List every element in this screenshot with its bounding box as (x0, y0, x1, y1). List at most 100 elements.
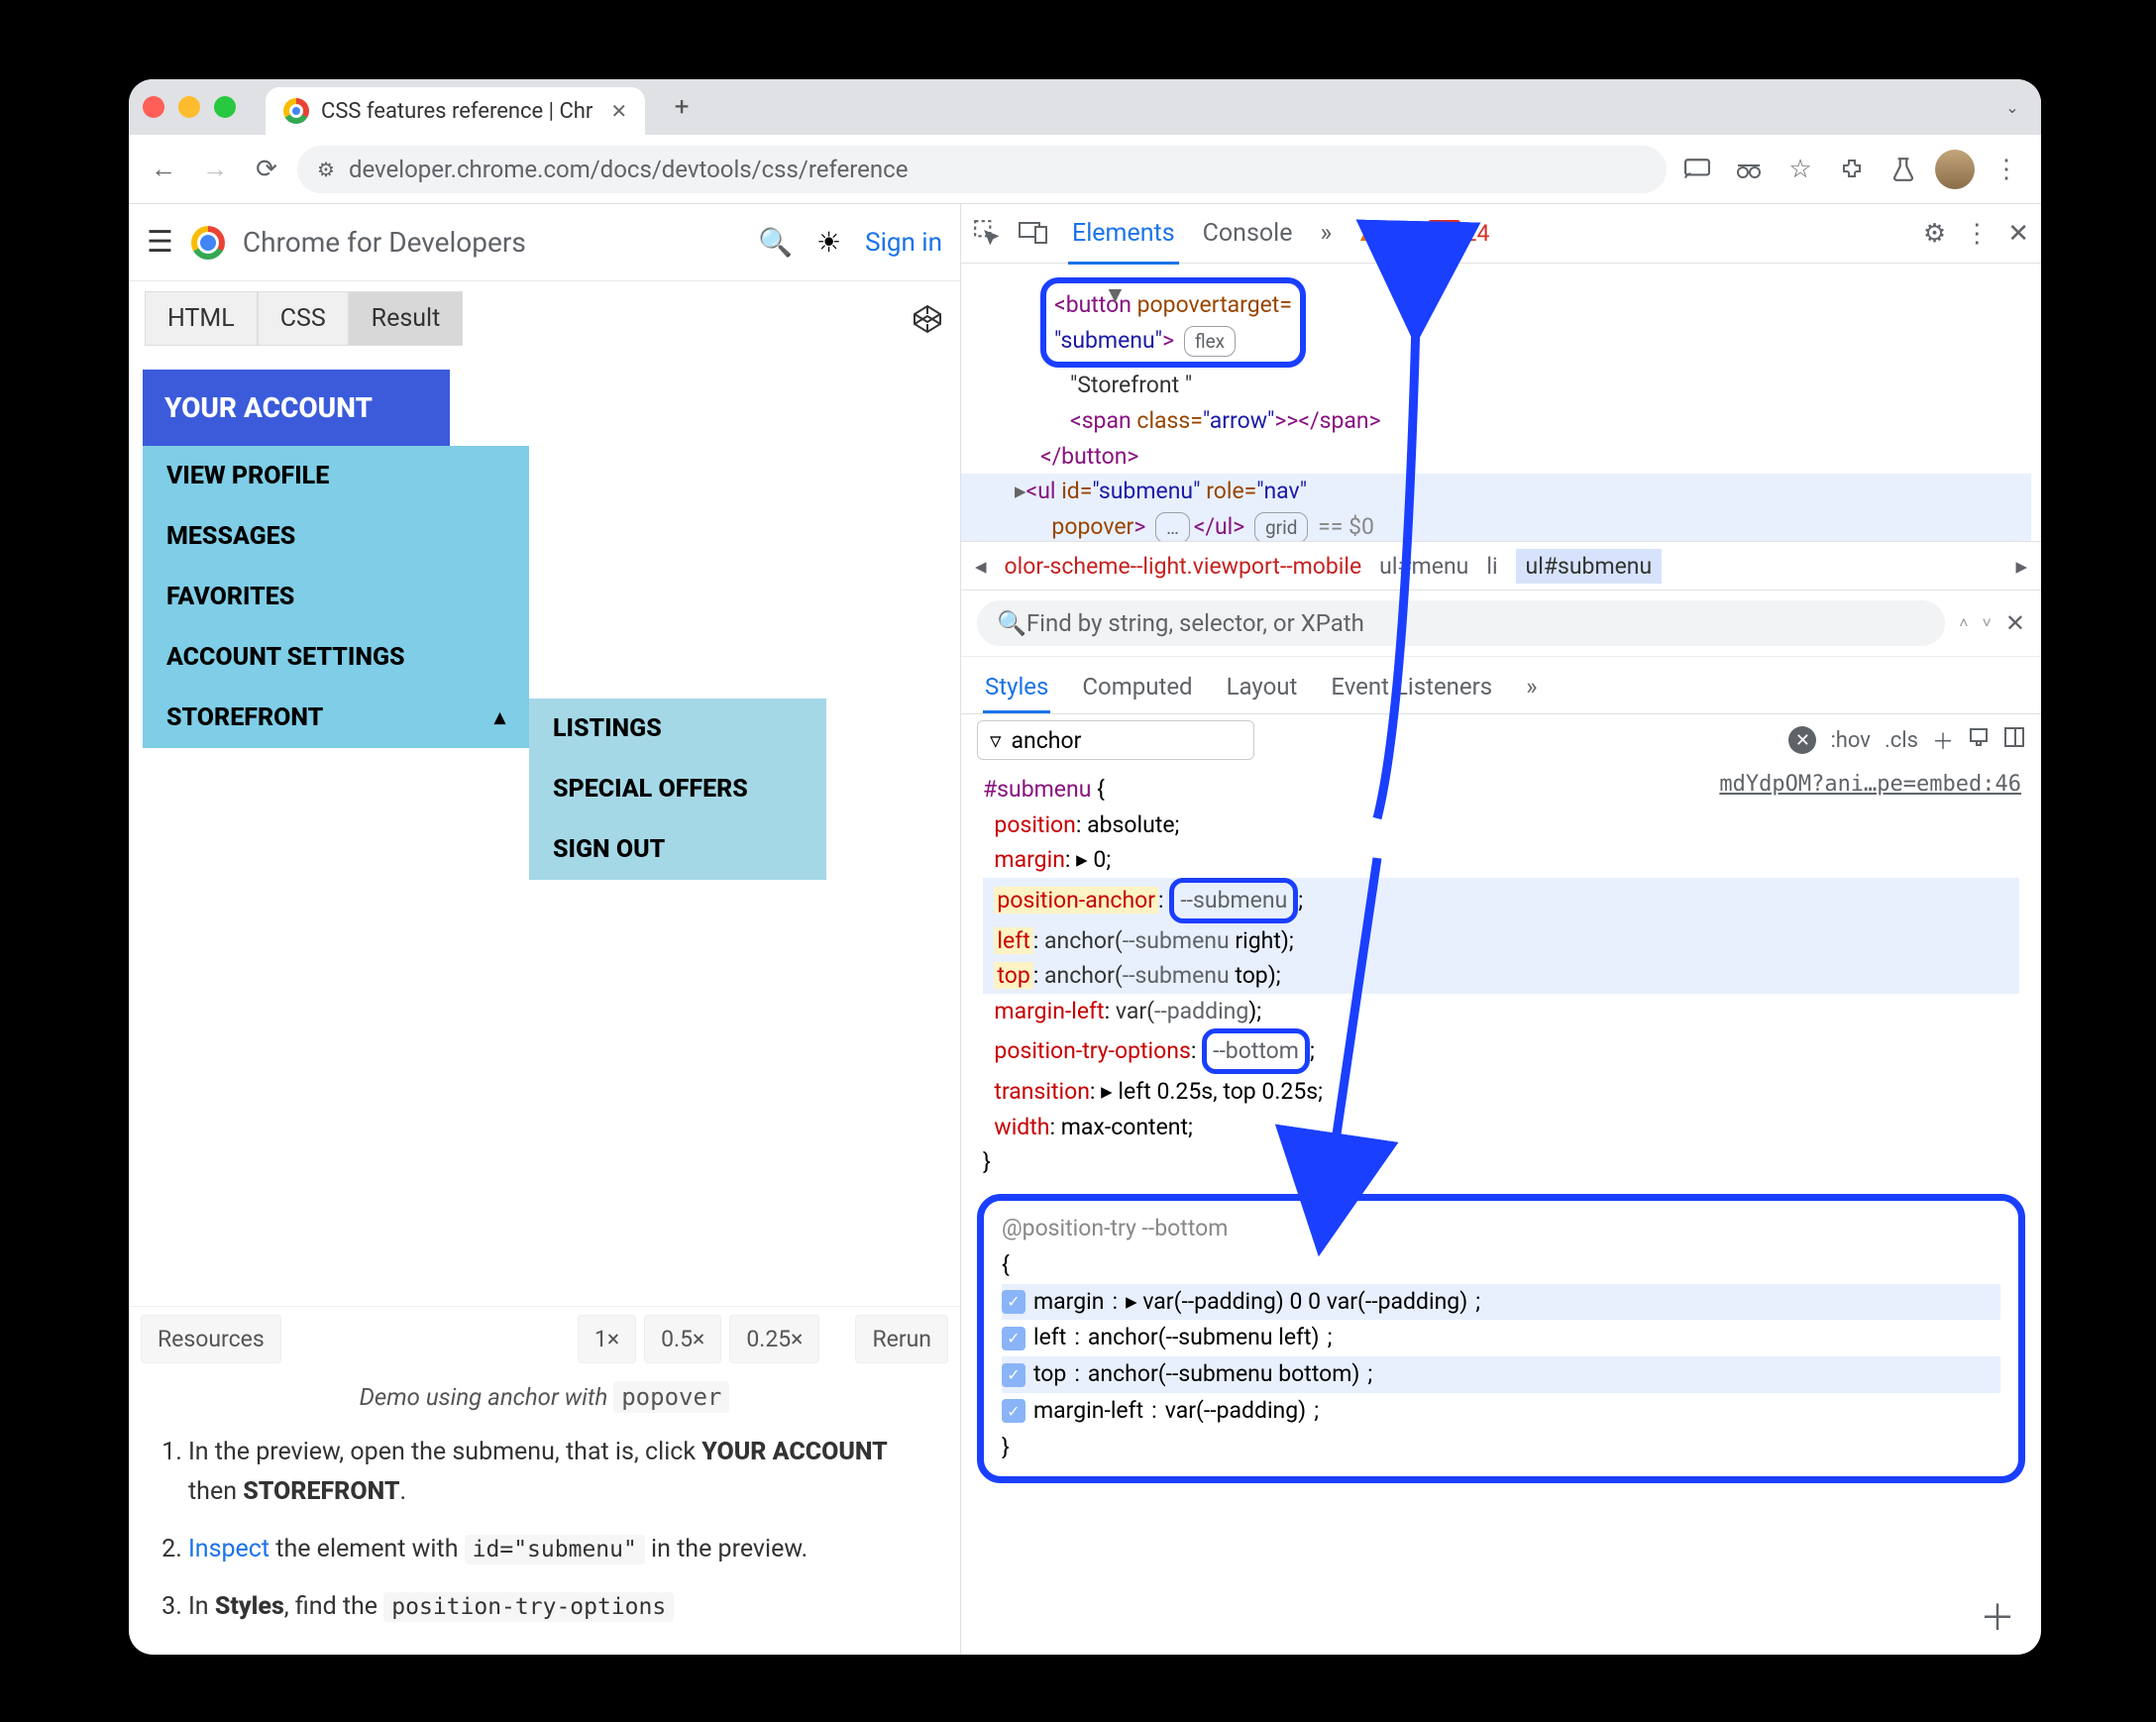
css-declaration[interactable]: position: absolute; (983, 807, 2019, 843)
step-1: In the preview, open the submenu, that i… (188, 1433, 930, 1512)
tab-elements[interactable]: Elements (1068, 211, 1179, 265)
css-declaration[interactable]: margin-left: var(--padding); (983, 994, 2019, 1029)
tab-console[interactable]: Console (1199, 211, 1297, 256)
menu-item-storefront[interactable]: STOREFRONT▴ (143, 688, 529, 748)
css-declaration[interactable]: top: anchor(--submenu top); (983, 958, 2019, 994)
find-prev-icon[interactable]: ˄ (1959, 613, 1968, 633)
css-declaration[interactable]: margin: ▸ 0; (983, 842, 2019, 878)
tab-layout[interactable]: Layout (1225, 663, 1300, 713)
submenu-item-offers[interactable]: SPECIAL OFFERS (529, 759, 826, 819)
forward-button[interactable]: → (194, 149, 236, 190)
device-toolbar-icon[interactable] (1019, 220, 1048, 248)
profile-avatar[interactable] (1934, 149, 1976, 190)
css-declaration[interactable]: ✓ margin-left: var(--padding); (1002, 1393, 2000, 1430)
back-button[interactable]: ← (143, 149, 184, 190)
zoom-05x[interactable]: 0.5× (644, 1315, 721, 1363)
codepen-icon[interactable] (911, 302, 944, 336)
css-declaration[interactable]: position-anchor: --submenu; (983, 878, 2019, 923)
minimize-window-icon[interactable] (178, 96, 200, 118)
tab-result[interactable]: Result (349, 291, 464, 346)
submenu-item-listings[interactable]: LISTINGS (529, 699, 826, 759)
crumb-submenu[interactable]: ul#submenu (1516, 549, 1663, 584)
styles-filter-input[interactable]: ▿anchor (977, 720, 1254, 760)
css-declaration[interactable]: ✓ margin: ▸ var(--padding) 0 0 var(--pad… (1002, 1284, 2000, 1321)
maximize-window-icon[interactable] (214, 96, 236, 118)
hov-toggle[interactable]: :hov (1830, 728, 1871, 753)
cast-icon[interactable] (1676, 149, 1718, 190)
hamburger-icon[interactable]: ☰ (147, 225, 173, 260)
add-rule-icon[interactable]: ＋ (1980, 1589, 2015, 1641)
css-declaration[interactable]: ✓ left: anchor(--submenu left); (1002, 1320, 2000, 1356)
tab-html[interactable]: HTML (145, 291, 258, 346)
dom-selected-ul[interactable]: ▸<ul id="submenu" role="nav" popover> …<… (961, 474, 2031, 541)
gear-icon[interactable]: ⚙ (1923, 219, 1946, 249)
clear-filter-icon[interactable]: ✕ (1788, 726, 1816, 754)
highlighted-button-element: <button popovertarget= "submenu"> flex (1040, 277, 1306, 368)
find-next-icon[interactable]: ˅ (1983, 613, 1992, 633)
css-declaration[interactable]: ✓ top: anchor(--submenu bottom); (1002, 1356, 2000, 1393)
tab-styles[interactable]: Styles (983, 663, 1050, 713)
browser-tab[interactable]: CSS features reference | Chr ✕ (266, 87, 645, 135)
bookmark-icon[interactable]: ☆ (1779, 149, 1821, 190)
checkbox-icon[interactable]: ✓ (1002, 1327, 1025, 1350)
theme-toggle-icon[interactable]: ☀ (816, 226, 841, 259)
site-title: Chrome for Developers (243, 226, 526, 259)
inspect-link[interactable]: Inspect (188, 1535, 270, 1563)
computed-panel-icon[interactable] (2003, 726, 2025, 754)
checkbox-icon[interactable]: ✓ (1002, 1399, 1025, 1423)
resources-button[interactable]: Resources (141, 1315, 281, 1363)
tab-css[interactable]: CSS (258, 291, 349, 346)
css-declaration[interactable]: width: max-content; (983, 1110, 2019, 1145)
close-icon[interactable]: ✕ (2007, 219, 2029, 249)
menu-item-messages[interactable]: MESSAGES (143, 506, 529, 567)
menu-item-profile[interactable]: VIEW PROFILE (143, 446, 529, 506)
address-bar[interactable]: ⚙ developer.chrome.com/docs/devtools/css… (297, 146, 1667, 193)
errors-badge[interactable]: ✕ (1428, 220, 1460, 248)
css-declaration[interactable]: left: anchor(--submenu right); (983, 923, 2019, 959)
tabs-overflow-icon[interactable]: » (1524, 663, 1539, 713)
menu-item-settings[interactable]: ACCOUNT SETTINGS (143, 627, 529, 688)
new-tab-button[interactable]: + (667, 92, 697, 122)
labs-icon[interactable] (1883, 149, 1924, 190)
find-input[interactable]: 🔍 Find by string, selector, or XPath (977, 600, 1945, 646)
css-declaration[interactable]: transition: ▸ left 0.25s, top 0.25s; (983, 1074, 2019, 1110)
css-declaration[interactable]: position-try-options: --bottom; (983, 1028, 2019, 1074)
checkbox-icon[interactable]: ✓ (1002, 1290, 1025, 1314)
find-close-icon[interactable]: ✕ (2005, 609, 2025, 637)
kebab-menu-icon[interactable]: ⋮ (1986, 149, 2027, 190)
close-tab-icon[interactable]: ✕ (610, 99, 627, 123)
dom-tree[interactable]: ▼ <button popovertarget= "submenu"> flex… (961, 264, 2041, 541)
new-rule-icon[interactable]: ＋ (1932, 724, 1954, 756)
crumb-menu[interactable]: ul#menu (1379, 553, 1468, 580)
warnings-badge[interactable]: ▲ 92 (1355, 220, 1408, 247)
kebab-menu-icon[interactable]: ⋮ (1964, 219, 1990, 249)
source-link[interactable]: mdYdpOM?ani…pe=embed:46 (1719, 768, 2021, 802)
reload-button[interactable]: ⟳ (246, 149, 287, 190)
site-settings-icon[interactable]: ⚙ (317, 158, 335, 181)
inspect-element-icon[interactable] (973, 219, 999, 249)
submenu-item-signout[interactable]: SIGN OUT (529, 819, 826, 880)
signin-link[interactable]: Sign in (865, 228, 942, 258)
rerun-button[interactable]: Rerun (855, 1315, 948, 1363)
extensions-icon[interactable] (1831, 149, 1873, 190)
menu-your-account[interactable]: YOUR ACCOUNT (143, 370, 450, 446)
cls-toggle[interactable]: .cls (1885, 728, 1918, 753)
css-rule-submenu[interactable]: mdYdpOM?ani…pe=embed:46 #submenu { posit… (961, 766, 2041, 1186)
tab-event-listeners[interactable]: Event Listeners (1329, 663, 1494, 713)
dom-breadcrumbs[interactable]: ◂ olor-scheme--light.viewport--mobile ul… (961, 541, 2041, 591)
zoom-1x[interactable]: 1× (578, 1315, 636, 1363)
crumb-scroll-left-icon[interactable]: ◂ (975, 553, 987, 580)
brush-icon[interactable] (1968, 726, 1990, 754)
menu-item-favorites[interactable]: FAVORITES (143, 567, 529, 627)
tabs-overflow-icon[interactable]: » (1316, 211, 1336, 256)
close-window-icon[interactable] (143, 96, 164, 118)
tab-computed[interactable]: Computed (1080, 663, 1194, 713)
crumb-scroll-right-icon[interactable]: ▸ (2015, 553, 2027, 580)
tabs-dropdown-icon[interactable]: ⌄ (1997, 92, 2027, 122)
checkbox-icon[interactable]: ✓ (1002, 1363, 1025, 1387)
incognito-icon[interactable] (1728, 149, 1770, 190)
crumb-root[interactable]: olor-scheme--light.viewport--mobile (1005, 553, 1362, 580)
crumb-li[interactable]: li (1486, 553, 1497, 580)
zoom-025x[interactable]: 0.25× (729, 1315, 819, 1363)
search-icon[interactable]: 🔍 (758, 226, 793, 259)
